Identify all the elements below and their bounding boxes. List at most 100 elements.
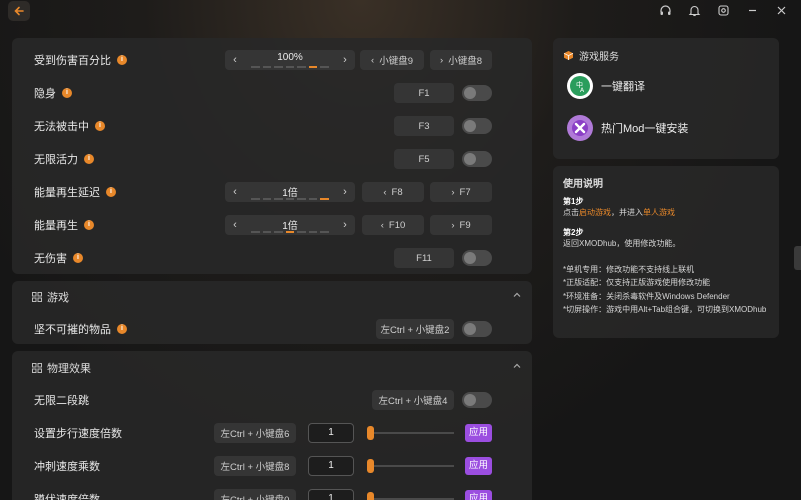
chevron-right-icon[interactable]: › bbox=[335, 50, 355, 70]
service-mod-install[interactable]: 热门Mod一键安装 bbox=[567, 115, 688, 141]
info-icon[interactable]: i bbox=[117, 55, 127, 65]
cheat-row-stealth: 隐身 i F1 bbox=[12, 80, 532, 106]
title-bar bbox=[0, 0, 801, 22]
increase-hotkey-button[interactable]: › 小键盘8 bbox=[430, 50, 492, 70]
bell-icon[interactable] bbox=[687, 3, 702, 18]
increase-hotkey-button[interactable]: › F7 bbox=[430, 182, 492, 202]
grid-icon bbox=[32, 363, 42, 373]
section-header[interactable]: 物理效果 bbox=[12, 354, 532, 380]
info-icon[interactable]: i bbox=[117, 324, 127, 334]
hotkey-label: F3 bbox=[418, 120, 430, 132]
decrease-hotkey-button[interactable]: ‹ F10 bbox=[362, 215, 424, 235]
headset-icon[interactable] bbox=[658, 3, 673, 18]
info-icon[interactable]: i bbox=[95, 121, 105, 131]
hotkey-label: 左Ctrl + 小键盘8 bbox=[220, 462, 290, 473]
chevron-left-icon[interactable]: ‹ bbox=[225, 50, 245, 70]
toggle-switch[interactable] bbox=[462, 85, 492, 101]
slider-track[interactable] bbox=[368, 465, 454, 467]
cheat-row-sprint-speed: 冲刺速度乘数 左Ctrl + 小键盘8 1 应用 bbox=[12, 453, 532, 479]
slider-handle[interactable] bbox=[367, 426, 374, 440]
chevron-left-icon[interactable]: ‹ bbox=[225, 182, 245, 202]
toggle-switch[interactable] bbox=[462, 321, 492, 337]
cube-icon bbox=[563, 50, 574, 61]
settings-icon[interactable] bbox=[716, 3, 731, 18]
info-icon[interactable]: i bbox=[84, 154, 94, 164]
toggle-switch[interactable] bbox=[462, 151, 492, 167]
toggle-switch[interactable] bbox=[462, 250, 492, 266]
value-stepper: ‹ 1倍 › bbox=[225, 182, 355, 202]
hotkey-button[interactable]: F3 bbox=[394, 116, 454, 136]
stepper-tick bbox=[262, 231, 272, 233]
info-icon[interactable]: i bbox=[73, 253, 83, 263]
hotkey-button[interactable]: 左Ctrl + 小键盘8 bbox=[214, 456, 296, 476]
info-icon[interactable]: i bbox=[106, 187, 116, 197]
stepper-tick bbox=[251, 231, 260, 233]
decrease-hotkey-button[interactable]: ‹ F8 bbox=[362, 182, 424, 202]
section-title: 物理效果 bbox=[47, 363, 91, 375]
stepper-value: 1倍 bbox=[282, 188, 298, 199]
service-label: 一键翻译 bbox=[601, 81, 645, 93]
slider-handle[interactable] bbox=[367, 459, 374, 473]
apply-button[interactable]: 应用 bbox=[465, 490, 492, 500]
chevron-right-icon[interactable]: › bbox=[335, 215, 355, 235]
info-icon[interactable]: i bbox=[62, 88, 72, 98]
chevron-up-icon[interactable] bbox=[512, 361, 522, 371]
minimize-icon[interactable] bbox=[745, 3, 760, 18]
hotkey-button[interactable]: 左Ctrl + 小键盘0 bbox=[214, 489, 296, 500]
chevron-right-icon[interactable]: › bbox=[335, 182, 355, 202]
section-title: 游戏 bbox=[47, 292, 69, 304]
apply-button[interactable]: 应用 bbox=[465, 424, 492, 442]
hotkey-button[interactable]: F5 bbox=[394, 149, 454, 169]
row-label: 受到伤害百分比 bbox=[34, 55, 111, 67]
slider-handle[interactable] bbox=[367, 492, 374, 500]
toggle-switch[interactable] bbox=[462, 118, 492, 134]
panel-title: 游戏服务 bbox=[579, 52, 619, 63]
info-icon[interactable]: i bbox=[84, 220, 94, 230]
cheat-row-energy-regen-delay: 能量再生延迟 i ‹ 1倍 › ‹ F8 › F7 bbox=[12, 179, 532, 205]
value-input[interactable]: 1 bbox=[308, 423, 354, 443]
row-label: 无法被击中 bbox=[34, 121, 89, 133]
hotkey-button[interactable]: 左Ctrl + 小键盘4 bbox=[372, 390, 454, 410]
close-icon[interactable] bbox=[774, 3, 789, 18]
chevron-left-icon[interactable]: ‹ bbox=[225, 215, 245, 235]
hotkey-button[interactable]: F1 bbox=[394, 83, 454, 103]
stepper-tick bbox=[320, 198, 330, 200]
single-player-link[interactable]: 单人游戏 bbox=[643, 208, 675, 217]
value-input[interactable]: 1 bbox=[308, 489, 354, 500]
hotkey-label: F7 bbox=[459, 186, 471, 198]
stepper-ticks bbox=[251, 198, 330, 200]
stepper-tick bbox=[274, 231, 283, 233]
row-label: 能量再生 bbox=[34, 220, 78, 232]
slider-track[interactable] bbox=[368, 432, 454, 434]
cheat-row-indestructible-items: 坚不可摧的物品 i 左Ctrl + 小键盘2 bbox=[12, 316, 532, 342]
section-header[interactable]: 游戏 bbox=[12, 283, 532, 309]
hotkey-button[interactable]: 左Ctrl + 小键盘6 bbox=[214, 423, 296, 443]
value-input[interactable]: 1 bbox=[308, 456, 354, 476]
stepper-tick bbox=[308, 231, 318, 233]
hotkey-button[interactable]: F11 bbox=[394, 248, 454, 268]
increase-hotkey-button[interactable]: › F9 bbox=[430, 215, 492, 235]
stepper-tick bbox=[297, 198, 306, 200]
chevron-up-icon[interactable] bbox=[512, 290, 522, 300]
decrease-hotkey-button[interactable]: ‹ 小键盘9 bbox=[360, 50, 424, 70]
hotkey-button[interactable]: 左Ctrl + 小键盘2 bbox=[376, 319, 454, 339]
toggle-switch[interactable] bbox=[462, 392, 492, 408]
hotkey-label: F10 bbox=[388, 219, 406, 231]
section-game: 游戏 坚不可摧的物品 i 左Ctrl + 小键盘2 bbox=[12, 281, 532, 344]
hotkey-label: 左Ctrl + 小键盘0 bbox=[221, 492, 290, 500]
hotkey-label: 左Ctrl + 小键盘6 bbox=[220, 429, 290, 440]
back-button[interactable] bbox=[8, 1, 30, 21]
cheat-row-crouch-speed: 蹲伏速度倍数 左Ctrl + 小键盘0 1 应用 bbox=[12, 486, 532, 500]
step-text: 返回XMODhub，使用修改功能。 bbox=[563, 239, 681, 248]
hotkey-label: F5 bbox=[418, 153, 430, 165]
stepper-tick bbox=[251, 66, 260, 68]
row-label: 蹲伏速度倍数 bbox=[34, 494, 100, 500]
service-translate[interactable]: 中A 一键翻译 bbox=[567, 73, 645, 99]
start-game-link[interactable]: 启动游戏 bbox=[579, 208, 611, 217]
apply-button[interactable]: 应用 bbox=[465, 457, 492, 475]
stepper-tick bbox=[262, 66, 272, 68]
chevron-left-icon: ‹ bbox=[371, 54, 375, 66]
value-stepper: ‹ 1倍 › bbox=[225, 215, 355, 235]
back-arrow-icon bbox=[13, 5, 25, 17]
side-collapse-handle[interactable] bbox=[794, 246, 801, 270]
